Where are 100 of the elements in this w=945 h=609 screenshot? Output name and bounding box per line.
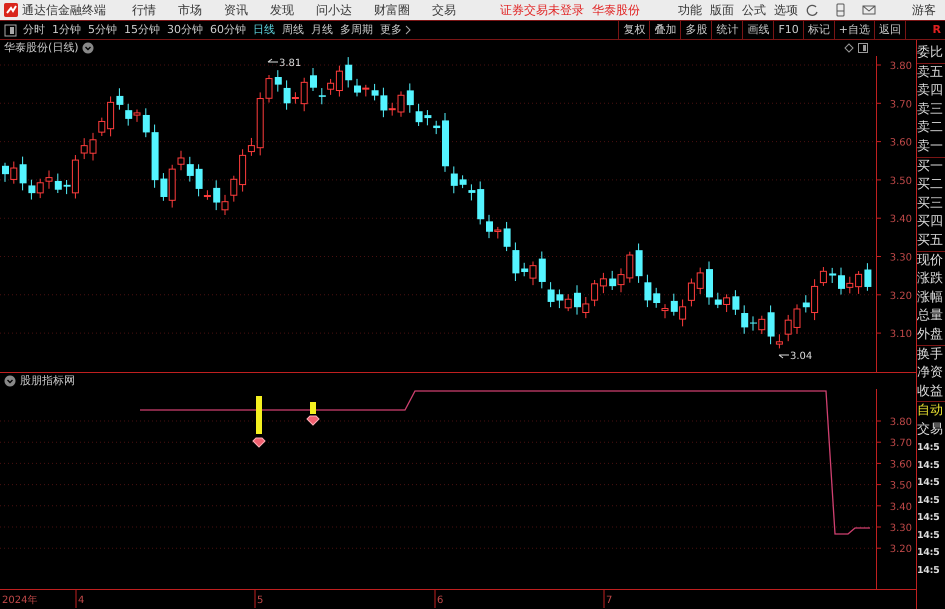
trade-time: 14:5 [917, 528, 940, 543]
candlestick [433, 120, 440, 135]
toolbar-button[interactable]: +自选 [834, 21, 874, 39]
menu-item[interactable]: 行情 [132, 1, 156, 19]
toolbar-button[interactable]: 复权 [618, 21, 650, 39]
candlestick [80, 138, 88, 160]
axis-label: 3.70 [890, 99, 912, 110]
toolbar-button[interactable]: 画线 [742, 21, 774, 39]
candlestick [538, 251, 546, 289]
candlestick [477, 180, 484, 225]
candlestick [706, 261, 713, 306]
candlestick [732, 290, 740, 316]
candlestick [784, 314, 792, 342]
candlestick [864, 262, 872, 292]
toolbar-button[interactable]: 标记 [802, 21, 834, 39]
quote-label: 收益 [917, 382, 944, 401]
menu-item[interactable]: 资讯 [224, 1, 248, 19]
period-tab[interactable]: 15分钟 [124, 22, 160, 38]
quote-label: 卖二 [917, 119, 944, 138]
envelope-icon[interactable] [862, 3, 876, 17]
toolbar-button[interactable]: 多股 [680, 21, 712, 39]
quote-label: 净资 [917, 364, 944, 382]
quote-label: 卖五 [917, 64, 944, 82]
realtime-flag: R [905, 21, 945, 39]
refresh-icon[interactable] [806, 3, 820, 17]
candlestick [696, 267, 704, 295]
menu-item[interactable]: 问小达 [316, 1, 352, 19]
candlestick [266, 74, 272, 104]
logo-icon [4, 3, 18, 17]
axis-label: 3.80 [890, 61, 912, 72]
menu-item[interactable]: 财富圈 [374, 1, 410, 19]
quote-label: 卖一 [917, 138, 944, 156]
period-tab[interactable]: 月线 [311, 22, 333, 38]
chevron-down-icon[interactable] [82, 42, 94, 54]
trade-time: 14:5 [917, 564, 940, 578]
chevron-right-icon[interactable] [404, 24, 412, 36]
candlestick [398, 90, 404, 118]
quote-label: 买三 [917, 194, 944, 213]
menu-item[interactable]: 市场 [178, 1, 202, 19]
stock-link[interactable]: 华泰股份 [592, 1, 640, 19]
panel-icon[interactable] [858, 43, 868, 53]
candlestick [626, 251, 634, 284]
axis-label: 3.80 [890, 417, 912, 428]
diamond-icon[interactable] [844, 43, 854, 53]
user-name[interactable]: 游客 [912, 1, 936, 19]
quote-label: 现价 [917, 252, 944, 270]
period-tab[interactable]: 分时 [23, 22, 45, 38]
menu-item[interactable]: 公式 [742, 1, 766, 19]
toolbar-button[interactable]: 统计 [711, 21, 742, 39]
menu-item[interactable]: 交易 [432, 1, 456, 19]
axis-label: 5 [257, 595, 264, 606]
signal-bar [256, 396, 262, 434]
quote-label: 买一 [917, 158, 944, 176]
menu-item[interactable]: 发现 [270, 1, 294, 19]
period-tab[interactable]: 30分钟 [167, 22, 203, 38]
signal-bar [310, 402, 316, 414]
period-tab[interactable]: 60分钟 [210, 22, 246, 38]
toolbar-button[interactable]: 返回 [874, 21, 905, 39]
candlestick [256, 92, 264, 156]
auto-label: 自动 [917, 402, 944, 420]
candlestick [741, 304, 748, 334]
chevron-down-icon[interactable] [4, 375, 16, 387]
axis-label: 3.40 [890, 502, 912, 513]
axis-label: 3.40 [890, 214, 912, 226]
menu-item[interactable]: 功能 [678, 1, 702, 19]
candlestick [345, 56, 352, 88]
period-tab[interactable]: 周线 [282, 22, 304, 38]
login-status[interactable]: 证券交易未登录 [500, 1, 584, 19]
candlestick [450, 166, 458, 194]
period-tab[interactable]: 5分钟 [88, 22, 117, 38]
period-tab[interactable]: 1分钟 [52, 22, 81, 38]
candlestick [300, 77, 308, 112]
toolbar-button[interactable]: 叠加 [649, 21, 680, 39]
period-tab[interactable]: 多周期 [340, 22, 373, 38]
axis-label: 3.50 [890, 176, 912, 187]
axis-label: 3.60 [890, 138, 912, 149]
trade-time: 14:5 [917, 476, 940, 490]
menu-item[interactable]: 版面 [710, 1, 734, 19]
trade-time: 14:5 [917, 511, 940, 526]
axis-label: 3.30 [890, 252, 912, 264]
candlestick [230, 175, 238, 202]
candlestick [406, 82, 414, 114]
candlestick [90, 132, 96, 161]
trade-time: 14:5 [917, 458, 940, 473]
quote-label: 委比 [917, 44, 944, 62]
candlestick [274, 70, 282, 92]
trade-time: 14:5 [917, 494, 940, 508]
panel-toggle-icon[interactable] [4, 24, 17, 36]
quote-label: 买四 [917, 213, 944, 232]
candlestick [46, 170, 52, 190]
toolbar-button[interactable]: F10 [773, 21, 803, 39]
candlestick [116, 88, 124, 110]
chart-title: 华泰股份(日线) [4, 40, 79, 56]
candlestick [107, 96, 114, 137]
axis-label: 3.20 [890, 544, 912, 556]
axis-label: 3.70 [890, 438, 912, 450]
period-tab[interactable]: 日线 [253, 22, 275, 38]
period-tab[interactable]: 更多 [380, 22, 402, 38]
menu-item[interactable]: 选项 [774, 1, 798, 19]
axis-label: 7 [606, 595, 612, 606]
